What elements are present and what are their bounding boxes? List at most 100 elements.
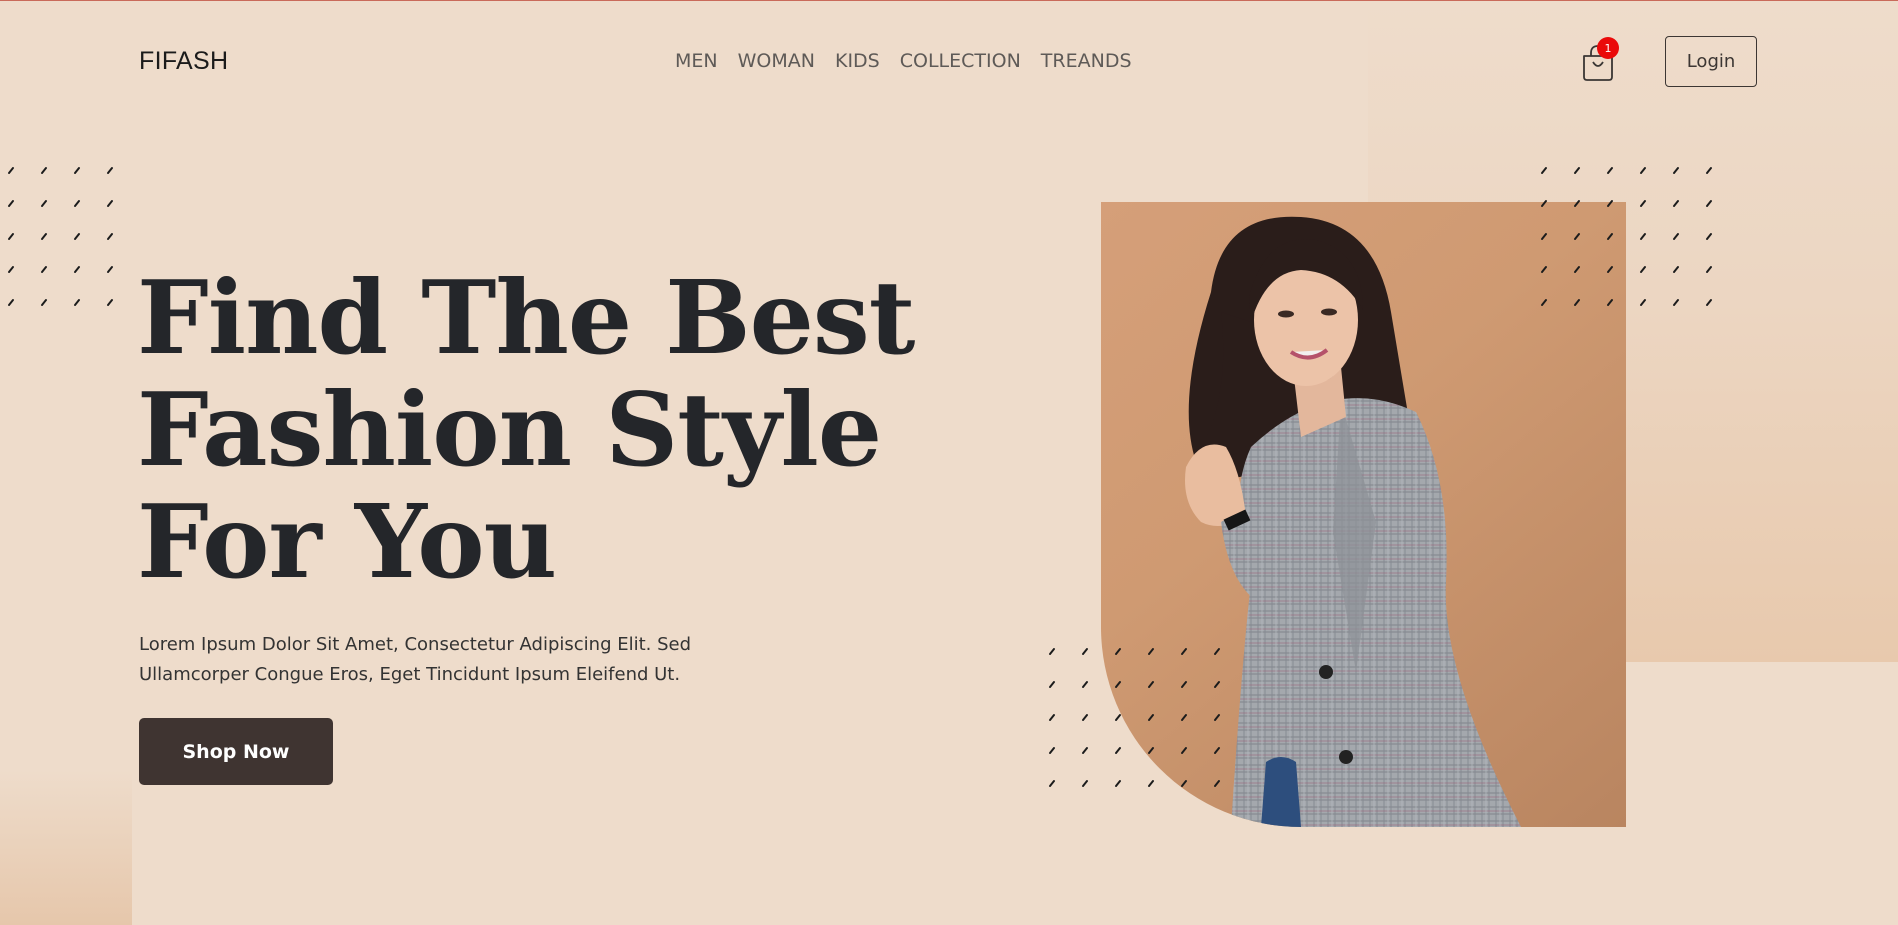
hero-description-line: Ullamcorper Congue Eros, Eget Tincidunt … (139, 664, 681, 685)
decorative-dot (74, 299, 80, 306)
hero-headline-line: Fashion Style (137, 370, 882, 489)
nav-item-kids[interactable]: KIDS (835, 50, 880, 72)
decorative-dot (74, 167, 80, 174)
decorative-dot (1640, 299, 1646, 306)
decorative-dot (8, 200, 14, 207)
decorative-dot (41, 167, 47, 174)
decorative-dot (1214, 648, 1220, 655)
decorative-dot (1706, 266, 1712, 273)
decorative-dot (1148, 780, 1154, 787)
decorative-dot (1541, 167, 1547, 174)
decorative-dot (107, 299, 113, 306)
decorative-dot (1082, 714, 1088, 721)
decorative-dot (1214, 714, 1220, 721)
decorative-dot (41, 299, 47, 306)
nav-item-trends[interactable]: TREANDS (1041, 50, 1132, 72)
main-nav: MEN WOMAN KIDS COLLECTION TREANDS (675, 50, 1132, 72)
decorative-dot (1607, 266, 1613, 273)
decorative-dot (1706, 233, 1712, 240)
decorative-dot (74, 266, 80, 273)
decorative-dot (8, 299, 14, 306)
decorative-dot (1607, 233, 1613, 240)
decorative-dot (1640, 167, 1646, 174)
decorative-dot (41, 266, 47, 273)
decorative-dot (107, 233, 113, 240)
decorative-dot (1706, 167, 1712, 174)
decorative-dot (1673, 266, 1679, 273)
decorative-dot (1148, 681, 1154, 688)
nav-item-woman[interactable]: WOMAN (738, 50, 815, 72)
decorative-dot (1640, 200, 1646, 207)
decorative-dot (74, 200, 80, 207)
decorative-dot (1181, 780, 1187, 787)
decorative-dot (1541, 200, 1547, 207)
decorative-dot (1607, 200, 1613, 207)
decorative-dots-top-right (1541, 167, 1712, 306)
decorative-dot (1574, 200, 1580, 207)
decorative-dot (1115, 648, 1121, 655)
hero-headline: Find The Best Fashion Style For You (137, 258, 915, 601)
brand-logo[interactable]: FIFASH (139, 47, 228, 76)
decorative-dot (1181, 747, 1187, 754)
decorative-dot (1049, 648, 1055, 655)
decorative-dot (1115, 747, 1121, 754)
shop-now-button[interactable]: Shop Now (139, 718, 333, 785)
login-button[interactable]: Login (1665, 36, 1757, 87)
decorative-dot (1115, 681, 1121, 688)
decorative-dot (1706, 200, 1712, 207)
decorative-dot (1049, 714, 1055, 721)
decorative-dot (1181, 714, 1187, 721)
decorative-dot (1082, 780, 1088, 787)
hero-description-line: Lorem Ipsum Dolor Sit Amet, Consectetur … (139, 634, 692, 655)
decorative-dot (1049, 780, 1055, 787)
decorative-dot (1673, 299, 1679, 306)
decorative-dot (1148, 648, 1154, 655)
decorative-dot (1607, 299, 1613, 306)
decorative-dot (74, 233, 80, 240)
decorative-dot (1181, 648, 1187, 655)
decorative-dot (107, 200, 113, 207)
decorative-dot (1115, 780, 1121, 787)
decorative-dot (8, 266, 14, 273)
nav-item-men[interactable]: MEN (675, 50, 718, 72)
hero-description: Lorem Ipsum Dolor Sit Amet, Consectetur … (139, 630, 739, 690)
decorative-dot (1082, 648, 1088, 655)
decorative-dot (1541, 299, 1547, 306)
decorative-dot (1574, 266, 1580, 273)
decorative-dot (8, 233, 14, 240)
hero-headline-line: For You (137, 482, 557, 601)
decorative-dot (1607, 167, 1613, 174)
decorative-dot (1574, 299, 1580, 306)
decorative-dot (1082, 681, 1088, 688)
decorative-dot (1673, 233, 1679, 240)
decorative-dot (1214, 681, 1220, 688)
decorative-dot (1148, 747, 1154, 754)
decorative-dot (1148, 714, 1154, 721)
decorative-dot (1541, 266, 1547, 273)
decorative-dot (1673, 167, 1679, 174)
decorative-dot (1115, 714, 1121, 721)
background-accent-strip (0, 770, 132, 925)
decorative-dots-bottom-center (1049, 648, 1220, 787)
decorative-dot (1640, 233, 1646, 240)
decorative-dot (107, 167, 113, 174)
decorative-dot (8, 167, 14, 174)
decorative-dot (41, 200, 47, 207)
decorative-dots-top-left (8, 167, 113, 306)
decorative-dot (1049, 681, 1055, 688)
nav-item-collection[interactable]: COLLECTION (900, 50, 1021, 72)
decorative-dot (107, 266, 113, 273)
hero-headline-line: Find The Best (137, 258, 915, 377)
decorative-dot (41, 233, 47, 240)
decorative-dot (1181, 681, 1187, 688)
decorative-dot (1574, 167, 1580, 174)
decorative-dot (1574, 233, 1580, 240)
decorative-dot (1082, 747, 1088, 754)
decorative-dot (1640, 266, 1646, 273)
decorative-dot (1541, 233, 1547, 240)
cart-count-badge: 1 (1597, 37, 1619, 59)
decorative-dot (1049, 747, 1055, 754)
decorative-dot (1706, 299, 1712, 306)
decorative-dot (1673, 200, 1679, 207)
decorative-dot (1214, 780, 1220, 787)
